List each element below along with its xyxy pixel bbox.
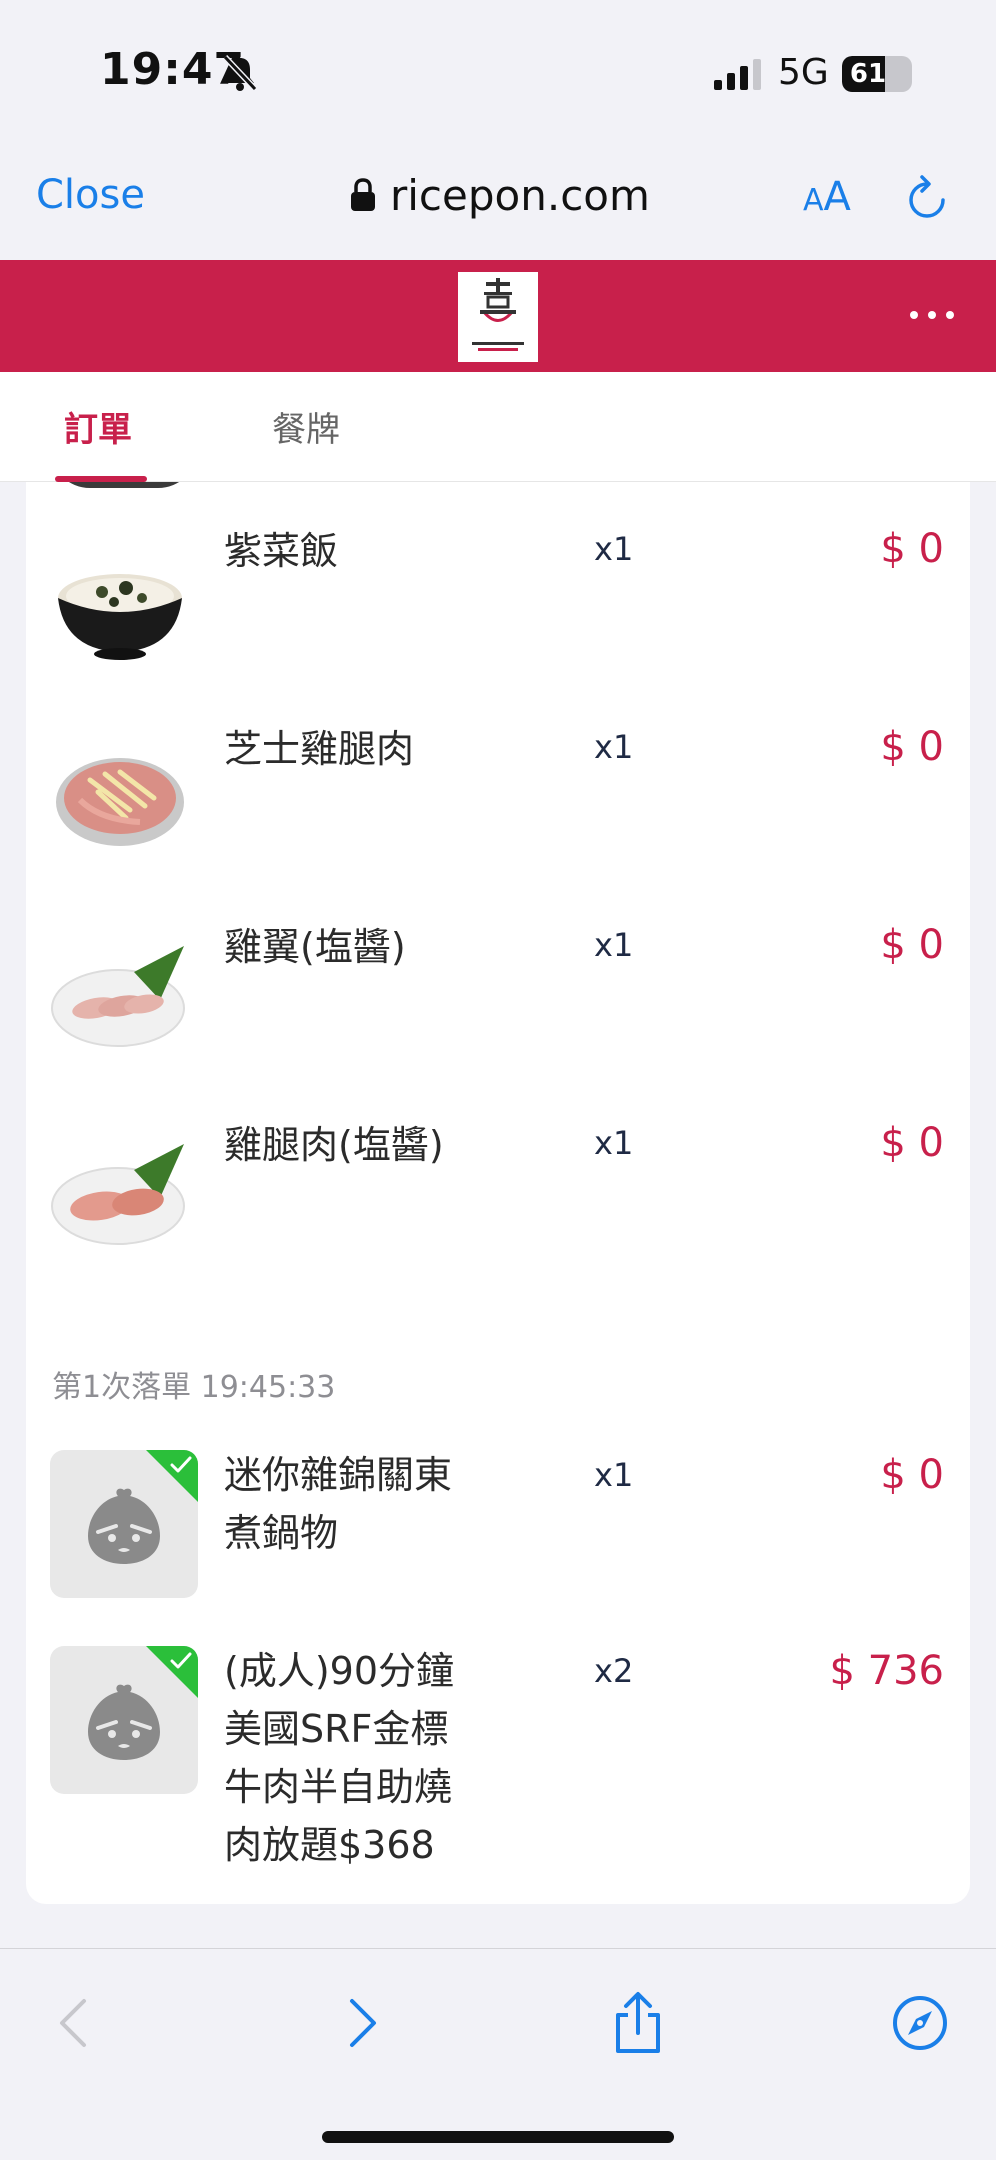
item-name: 迷你雜錦關東 煮鍋物: [224, 1446, 452, 1562]
chicken-wing-photo: [51, 946, 185, 1047]
text-size-button[interactable]: AA: [803, 174, 851, 220]
lock-icon: [351, 178, 375, 211]
item-name: 雞腿肉(塩醬): [224, 1123, 444, 1167]
menu-dot: [928, 311, 936, 319]
order-item[interactable]: (成人)90分鐘 美國SRF金標 牛肉半自助燒 肉放題$368 x2 $ 736: [26, 1622, 970, 1892]
item-name-line: 煮鍋物: [224, 1511, 339, 1555]
chicken-thigh-photo: [51, 1144, 185, 1245]
order-item[interactable]: 芝士雞腿肉 x1 $ 0: [26, 710, 970, 908]
tab-number[interactable]: 餐牌: [272, 402, 340, 451]
address-bar[interactable]: ricepon.com: [350, 170, 650, 220]
close-button[interactable]: Close: [36, 172, 145, 218]
battery-nub: [906, 66, 912, 82]
forward-icon[interactable]: [332, 1991, 392, 2055]
reload-icon[interactable]: [904, 174, 950, 224]
url-text: ricepon.com: [390, 170, 650, 220]
order-item[interactable]: 迷你雜錦關東 煮鍋物 x1 $ 0: [26, 1424, 970, 1622]
order-item[interactable]: 雞腿肉(塩醬) x1 $ 0: [26, 1106, 970, 1304]
item-name-line: 牛肉半自助燒: [224, 1765, 453, 1809]
text-size-small: A: [803, 183, 824, 218]
menu-dot: [946, 311, 954, 319]
item-name: 紫菜飯: [224, 529, 339, 573]
item-price: $ 0: [880, 922, 944, 968]
item-quantity: x2: [594, 1652, 634, 1690]
checkmark-icon: [170, 1456, 192, 1473]
placeholder-image: [50, 1646, 198, 1794]
menu-dot: [910, 311, 918, 319]
tab-bar: 訂單 餐牌: [0, 372, 996, 482]
item-name-line: 美國SRF金標: [224, 1707, 449, 1751]
item-price: $ 0: [880, 526, 944, 572]
item-name: 芝士雞腿肉: [224, 727, 415, 771]
tab-orders[interactable]: 訂單: [64, 402, 132, 451]
status-bar: 19:47 5G 61: [0, 0, 996, 140]
placeholder-image: [50, 1450, 198, 1598]
home-indicator: [322, 2131, 674, 2143]
more-menu-icon[interactable]: [910, 308, 954, 322]
share-icon[interactable]: [608, 1991, 668, 2055]
food-photo: [50, 482, 198, 488]
item-quantity: x1: [594, 530, 634, 568]
order-item[interactable]: 紫菜飯 x1 $ 0: [26, 512, 970, 710]
checkmark-icon: [170, 1652, 192, 1669]
item-price: $ 0: [880, 1120, 944, 1166]
back-icon[interactable]: [44, 1991, 104, 2055]
batch-header: 第1次落單 19:45:33: [52, 1370, 336, 1405]
bell-slash-icon: [222, 54, 258, 92]
item-quantity: x1: [594, 926, 634, 964]
item-quantity: x1: [594, 1124, 634, 1162]
item-price: $ 0: [880, 724, 944, 770]
network-label: 5G: [778, 52, 829, 93]
browser-toolbar: [0, 1948, 996, 2160]
item-price: $ 736: [829, 1648, 944, 1694]
order-content[interactable]: 紫菜飯 x1 $ 0 芝士雞腿肉 x1 $ 0 雞翼(塩醬) x1 $ 0 雞腿…: [0, 482, 996, 1948]
item-name: 雞翼(塩醬): [224, 925, 406, 969]
item-name-line: 迷你雜錦關東: [224, 1453, 453, 1497]
compass-icon[interactable]: [890, 1991, 950, 2055]
item-name: (成人)90分鐘 美國SRF金標 牛肉半自助燒 肉放題$368: [224, 1642, 454, 1874]
battery-icon: 61: [842, 56, 912, 92]
text-size-big: A: [823, 174, 851, 220]
signal-icon: [714, 59, 761, 90]
seaweed-rice-photo: [58, 574, 182, 660]
battery-level: 61: [849, 59, 887, 89]
item-price: $ 0: [880, 1452, 944, 1498]
batch-card: 迷你雜錦關東 煮鍋物 x1 $ 0 (成人)90分鐘 美國SRF金標 牛肉半自助…: [26, 1424, 970, 1904]
browser-bar: Close ricepon.com AA: [0, 140, 996, 260]
item-name-line: 肉放題$368: [224, 1823, 435, 1867]
item-name-line: (成人)90分鐘: [224, 1649, 455, 1693]
cheese-chicken-photo: [56, 758, 184, 846]
item-quantity: x1: [594, 728, 634, 766]
app-header: [0, 260, 996, 372]
item-quantity: x1: [594, 1456, 634, 1494]
order-item[interactable]: 雞翼(塩醬) x1 $ 0: [26, 908, 970, 1106]
restaurant-logo: [458, 272, 538, 362]
